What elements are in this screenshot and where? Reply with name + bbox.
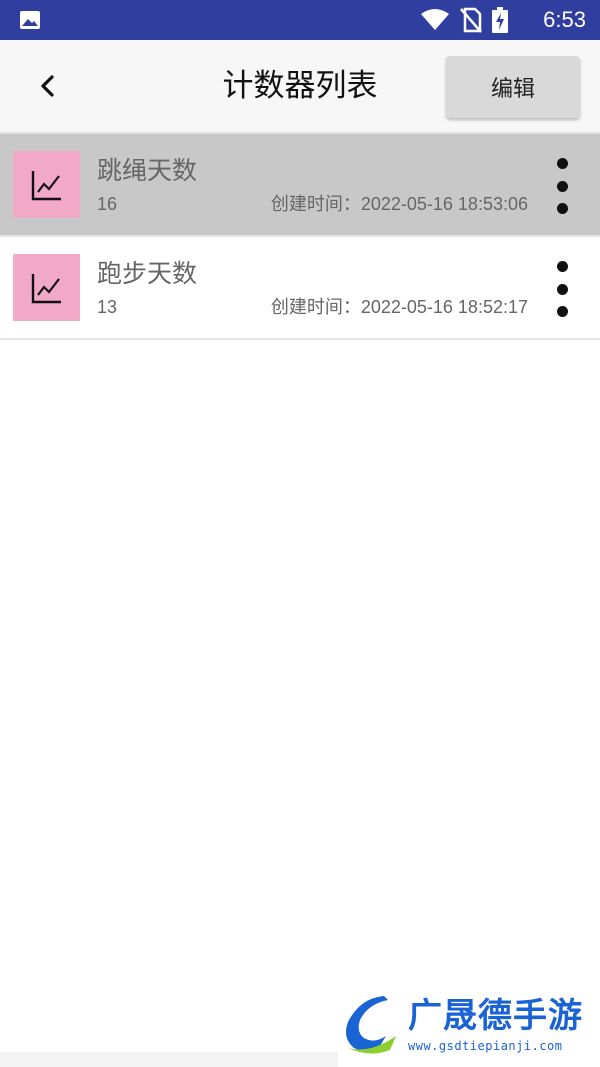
counter-count: 16 [97,194,118,214]
list-item[interactable]: 跳绳天数 16 创建时间：2022-05-16 18:53:06 [0,134,600,237]
more-vert-icon [556,261,568,272]
watermark-title: 广晟德手游 [408,997,583,1035]
more-options-button[interactable] [549,261,575,317]
more-options-button[interactable] [549,158,575,214]
line-chart-icon [31,273,61,303]
counter-thumbnail [13,151,80,218]
status-time: 6:53 [543,7,586,32]
more-vert-dot [556,203,568,214]
edit-button[interactable]: 编辑 [446,56,580,118]
counter-name: 跳绳天数 [97,157,198,185]
counter-list: 跳绳天数 16 创建时间：2022-05-16 18:53:06 跑步天数 13… [0,134,600,340]
battery-charging-icon [492,7,508,33]
counter-created-time: 创建时间：2022-05-16 18:52:17 [270,297,528,317]
watermark: 广晟德手游 www.gsdtiepianji.com [338,990,600,1067]
status-bar: 6:53 [0,0,600,40]
no-sim-icon [460,7,482,33]
watermark-logo-icon [346,996,396,1054]
status-icons [420,7,508,33]
counter-thumbnail [13,254,80,321]
watermark-url: www.gsdtiepianji.com [408,1039,563,1053]
line-chart-icon [31,170,61,200]
app-bar: 计数器列表 编辑 [0,40,600,134]
more-vert-dot [556,283,568,295]
counter-created-time: 创建时间：2022-05-16 18:53:06 [270,194,528,214]
counter-name: 跑步天数 [97,260,198,288]
more-vert-icon [556,158,568,169]
wifi-icon [421,9,449,30]
more-vert-dot [556,306,568,317]
bottom-strip [0,1052,338,1067]
list-item[interactable]: 跑步天数 13 创建时间：2022-05-16 18:52:17 [0,237,600,340]
counter-count: 13 [97,297,118,317]
gallery-icon [20,11,40,29]
more-vert-dot [556,180,568,192]
